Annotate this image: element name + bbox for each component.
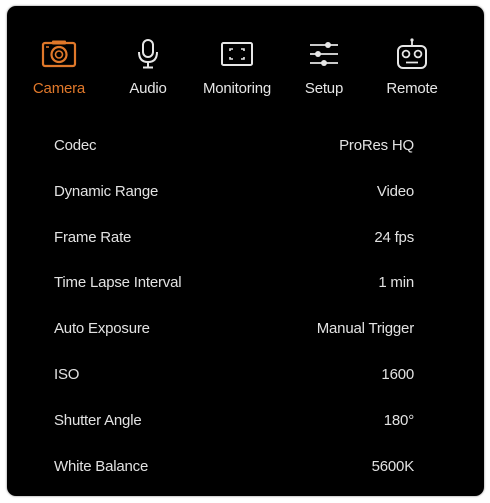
tab-setup[interactable]: Setup xyxy=(279,34,369,104)
setting-row-codec[interactable]: Codec ProRes HQ xyxy=(7,120,484,166)
setting-value[interactable]: Video xyxy=(377,183,414,200)
setting-value[interactable]: Manual Trigger xyxy=(317,320,414,337)
monitor-frame-icon xyxy=(192,34,282,74)
setting-row-iso[interactable]: ISO 1600 xyxy=(7,349,484,395)
setting-row-auto-exposure[interactable]: Auto Exposure Manual Trigger xyxy=(7,303,484,349)
setting-value[interactable]: 1600 xyxy=(381,366,414,383)
tab-remote[interactable]: Remote xyxy=(367,34,457,104)
setting-name: White Balance xyxy=(54,457,149,475)
setting-value[interactable]: 1 min xyxy=(378,274,414,291)
setting-value[interactable]: ProRes HQ xyxy=(339,137,414,154)
setting-value[interactable]: 180° xyxy=(384,412,414,429)
tab-label: Remote xyxy=(386,80,438,97)
setting-name: Shutter Angle xyxy=(54,411,142,429)
settings-panel: Camera Audio Monitoring Setup Remote Cod… xyxy=(7,6,484,496)
tab-camera[interactable]: Camera xyxy=(14,34,104,104)
tab-label: Monitoring xyxy=(202,80,272,97)
tab-label: Audio xyxy=(129,80,167,97)
robot-remote-icon xyxy=(367,34,457,74)
microphone-icon xyxy=(103,34,193,74)
setting-row-white-balance[interactable]: White Balance 5600K xyxy=(7,441,484,487)
sliders-icon xyxy=(279,34,369,74)
setting-name: Dynamic Range xyxy=(54,182,159,200)
setting-row-frame-rate[interactable]: Frame Rate 24 fps xyxy=(7,212,484,258)
setting-value[interactable]: 24 fps xyxy=(374,229,414,246)
setting-value[interactable]: 5600K xyxy=(372,458,415,475)
setting-name: Auto Exposure xyxy=(54,320,150,338)
tab-label: Camera xyxy=(32,80,86,97)
setting-name: Frame Rate xyxy=(54,228,132,246)
setting-name: Codec xyxy=(54,137,97,154)
setting-row-shutter-angle[interactable]: Shutter Angle 180° xyxy=(7,395,484,441)
setting-name: Time Lapse Interval xyxy=(54,274,182,292)
camera-icon xyxy=(14,34,104,74)
tab-label: Setup xyxy=(304,80,344,97)
tab-bar: Camera Audio Monitoring Setup Remote xyxy=(7,6,484,116)
settings-list: Codec ProRes HQ Dynamic Range Video Fram… xyxy=(7,120,484,486)
setting-name: ISO xyxy=(54,365,80,383)
setting-row-dynamic-range[interactable]: Dynamic Range Video xyxy=(7,166,484,212)
setting-row-time-lapse-interval[interactable]: Time Lapse Interval 1 min xyxy=(7,257,484,303)
tab-monitoring[interactable]: Monitoring xyxy=(192,34,282,104)
tab-audio[interactable]: Audio xyxy=(103,34,193,104)
